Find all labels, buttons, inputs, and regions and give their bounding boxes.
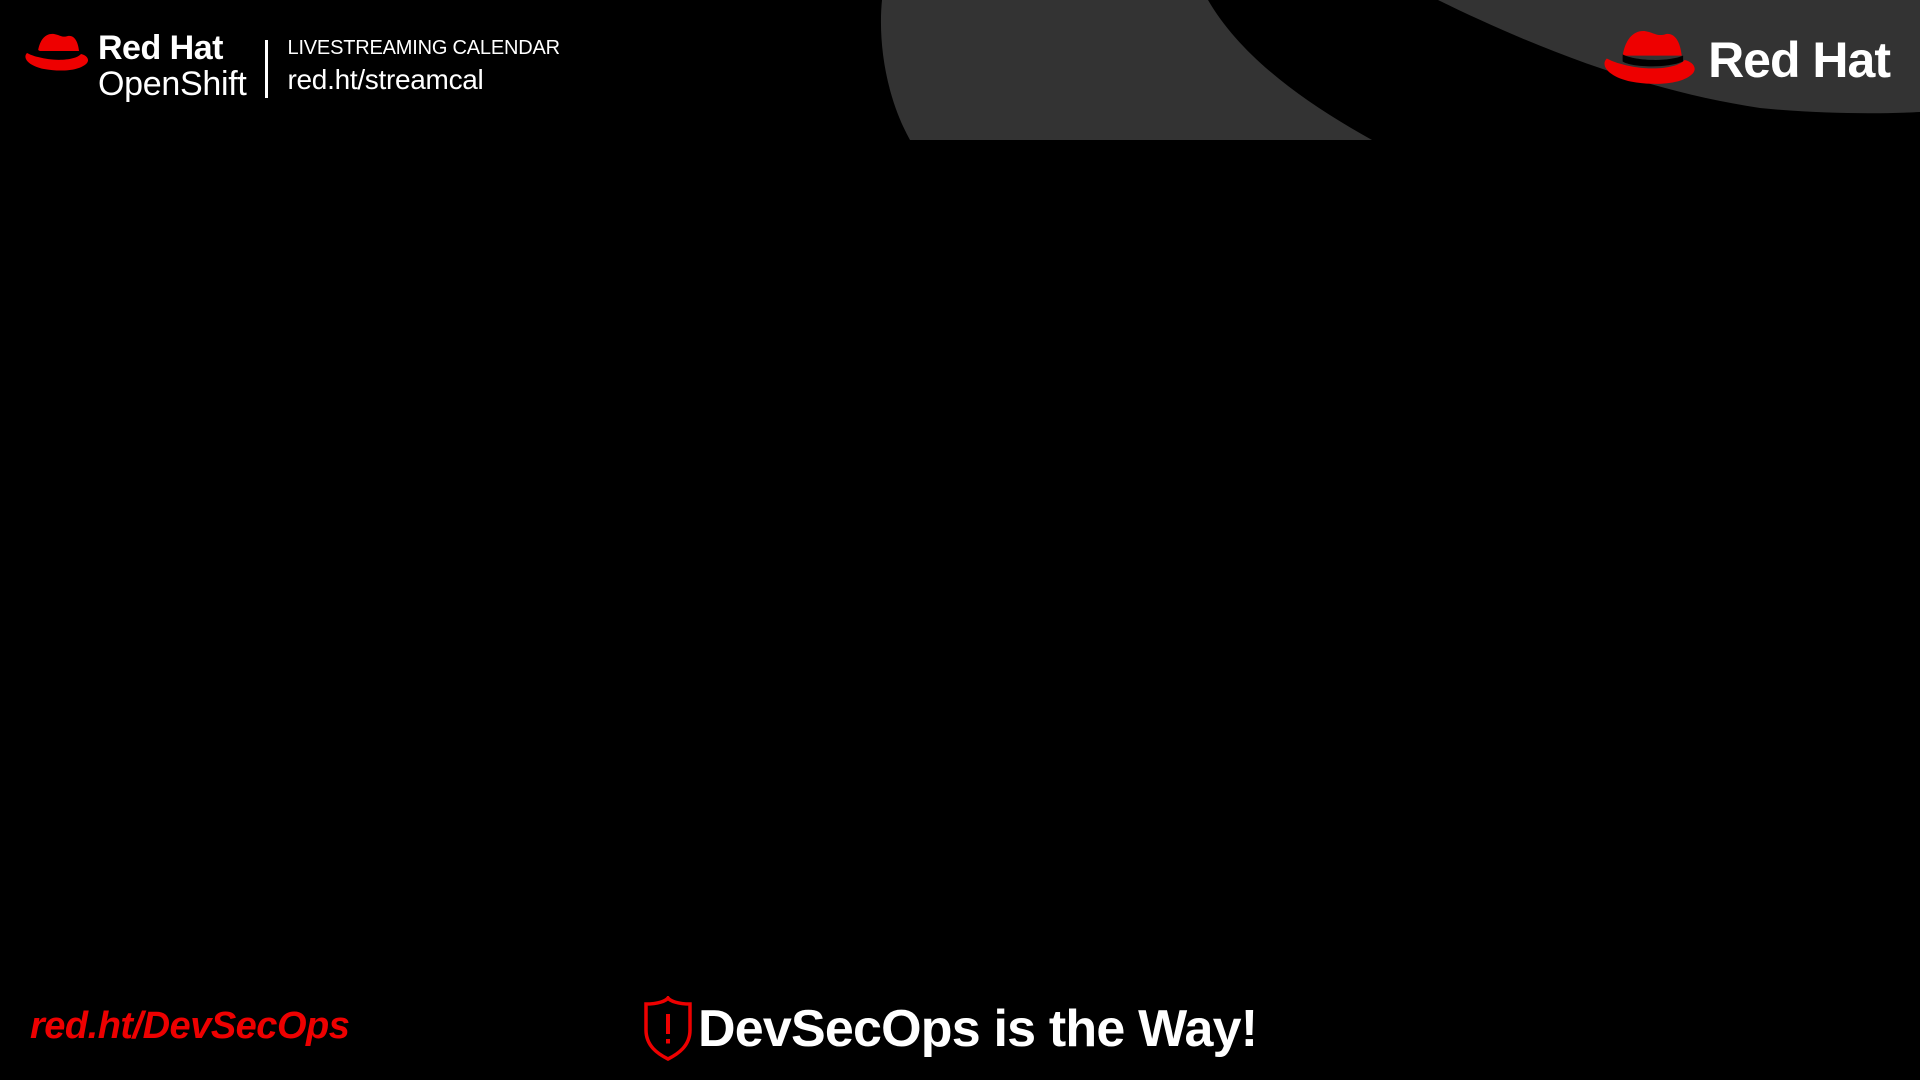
- brand-red-hat-text: Red Hat: [98, 29, 223, 67]
- brand-divider: [264, 40, 268, 98]
- red-hat-fedora-icon: [1604, 31, 1695, 84]
- background-decoration: [880, 0, 1920, 140]
- show-title-text: DevSecOps is the Way!: [698, 1000, 1258, 1058]
- stream-overlay: Red Hat OpenShift LIVESTREAMING CALENDAR…: [0, 0, 1920, 1080]
- red-hat-fedora-icon: [25, 33, 89, 71]
- red-hat-logo-block: Red Hat: [1602, 24, 1891, 96]
- show-title: DevSecOps is the Way!: [640, 994, 1258, 1064]
- shield-alert-icon: [644, 996, 692, 1061]
- calendar-label: LIVESTREAMING CALENDAR: [287, 37, 561, 59]
- devsecops-link: red.ht/DevSecOps: [30, 1005, 350, 1047]
- background-arc-left: [880, 0, 1372, 140]
- brand-right-text: Red Hat: [1708, 32, 1891, 88]
- brand-product-text: OpenShift: [98, 65, 247, 103]
- calendar-info: LIVESTREAMING CALENDAR red.ht/streamcal: [287, 36, 561, 100]
- brand-wordmark: Red Hat OpenShift: [98, 31, 247, 103]
- openshift-logo-block: Red Hat OpenShift LIVESTREAMING CALENDAR…: [24, 26, 560, 108]
- calendar-url: red.ht/streamcal: [287, 64, 484, 95]
